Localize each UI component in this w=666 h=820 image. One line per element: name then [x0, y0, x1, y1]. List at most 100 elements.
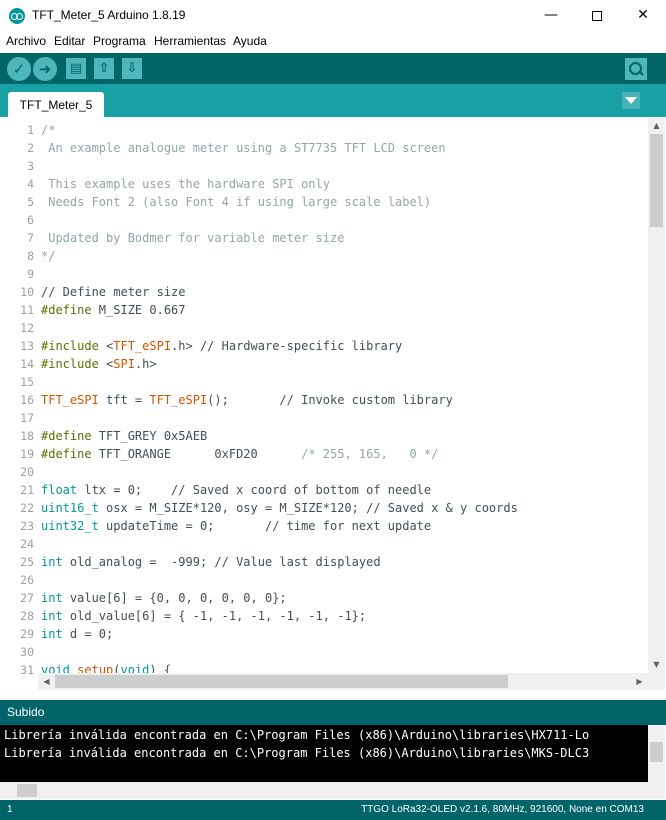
board-info: TTGO LoRa32-OLED v2.1.6, 80MHz, 921600, … [361, 804, 644, 815]
code-text: #define TFT_GREY 0x5AEB [41, 429, 207, 443]
code-text: float ltx = 0; // Saved x coord of botto… [41, 483, 431, 497]
code-line: 27 int value[6] = {0, 0, 0, 0, 0, 0}; [0, 588, 648, 606]
code-token: */ [41, 249, 56, 263]
status-bar: Subido [0, 700, 666, 725]
open-sketch-button[interactable]: ⇧ [94, 58, 114, 79]
minimize-button[interactable]: — [528, 0, 574, 31]
code-line: 10 // Define meter size [0, 282, 648, 300]
code-line: 1 /* [0, 120, 648, 138]
code-token: TFT_eSPI [41, 393, 99, 407]
upload-button[interactable]: ➜ [33, 57, 57, 81]
serial-monitor-button[interactable] [625, 58, 647, 80]
maximize-button[interactable] [574, 0, 620, 31]
scroll-right-icon[interactable]: ▶ [631, 673, 648, 690]
code-token: uint16_t [41, 501, 99, 515]
console-line: Librería inválida encontrada en C:\Progr… [4, 728, 590, 742]
code-text: uint16_t osx = M_SIZE*120, osy = M_SIZE*… [41, 501, 518, 515]
code-line: 13 #include <TFT_eSPI.h> // Hardware-spec… [0, 336, 648, 354]
code-line: 12 [0, 318, 648, 336]
line-number: 2 [27, 141, 34, 155]
console-output[interactable]: Librería inválida encontrada en C:\Progr… [0, 725, 648, 782]
code-token: // Define meter size [41, 285, 186, 299]
console-vertical-scrollbar[interactable] [648, 725, 665, 782]
code-token: updateTime = 0; // time for next update [98, 519, 432, 533]
code-token: #include [41, 357, 99, 371]
menu-programa[interactable]: Programa [93, 34, 146, 48]
line-number: 10 [20, 285, 34, 299]
line-number: 29 [20, 627, 34, 641]
code-line: 20 [0, 462, 648, 480]
menu-editar[interactable]: Editar [54, 34, 85, 48]
title-bar: TFT_Meter_5 Arduino 1.8.19 — ✕ [0, 0, 666, 31]
code-text: An example analogue meter using a ST7735… [41, 141, 445, 155]
status-message: Subido [7, 705, 45, 719]
line-number: 30 [20, 645, 34, 659]
code-token: This example uses the hardware SPI only [41, 177, 330, 191]
new-sketch-button[interactable]: ▤ [66, 58, 86, 79]
code-text: #include <TFT_eSPI.h> // Hardware-specif… [41, 339, 402, 353]
line-number: 27 [20, 591, 34, 605]
code-line: 25 int old_analog = -999; // Value last d… [0, 552, 648, 570]
menu-archivo[interactable]: Archivo [6, 34, 46, 48]
console-horizontal-scrollbar[interactable] [0, 782, 648, 799]
code-token: Updated by Bodmer for variable meter siz… [41, 231, 345, 245]
console-scrollbar-corner [648, 782, 665, 799]
code-text: int old_value[6] = { -1, -1, -1, -1, -1,… [41, 609, 366, 623]
line-number: 15 [20, 375, 34, 389]
editor-vertical-scrollbar[interactable]: ▲ ▼ [648, 117, 665, 673]
code-line: 23 uint32_t updateTime = 0; // time for n… [0, 516, 648, 534]
tab-menu-button[interactable] [622, 92, 640, 109]
code-token: uint32_t [41, 519, 99, 533]
code-text: int value[6] = {0, 0, 0, 0, 0, 0}; [41, 591, 287, 605]
scroll-left-icon[interactable]: ◀ [38, 673, 55, 690]
code-text: int old_analog = -999; // Value last dis… [41, 555, 381, 569]
tab-tft-meter-5[interactable]: TFT_Meter_5 [8, 92, 104, 117]
code-token: int [41, 627, 63, 641]
editor-vertical-thumb[interactable] [650, 134, 663, 227]
code-text: /* [41, 123, 55, 137]
line-number: 26 [20, 573, 34, 587]
line-number: 8 [27, 249, 34, 263]
code-text: int d = 0; [41, 627, 113, 641]
code-line: 7 Updated by Bodmer for variable meter s… [0, 228, 648, 246]
menu-ayuda[interactable]: Ayuda [233, 34, 267, 48]
code-lines: 1 /* 2 An example analogue meter using a S… [0, 120, 648, 678]
save-sketch-button[interactable]: ⇩ [122, 58, 142, 79]
code-token: old_value[6] = { -1, -1, -1, -1, -1, -1}… [62, 609, 367, 623]
code-line: 22 uint16_t osx = M_SIZE*120, osy = M_SIZ… [0, 498, 648, 516]
code-line: 29 int d = 0; [0, 624, 648, 642]
line-number-indicator: 1 [7, 804, 13, 815]
line-number: 5 [27, 195, 34, 209]
code-line: 19 #define TFT_ORANGE 0xFD20 /* 255, 165,… [0, 444, 648, 462]
line-number: 9 [27, 267, 34, 281]
line-number: 1 [27, 123, 34, 137]
code-text: uint32_t updateTime = 0; // time for nex… [41, 519, 431, 533]
code-text: Updated by Bodmer for variable meter siz… [41, 231, 344, 245]
code-editor[interactable]: 1 /* 2 An example analogue meter using a S… [0, 117, 666, 690]
code-token: SPI [113, 357, 135, 371]
editor-horizontal-thumb[interactable] [55, 675, 508, 688]
line-number: 12 [20, 321, 34, 335]
code-token: #include [41, 339, 99, 353]
code-line: 4 This example uses the hardware SPI onl… [0, 174, 648, 192]
line-number: 24 [20, 537, 34, 551]
code-token: int [41, 591, 63, 605]
code-token: ltx = 0; // Saved x coord of bottom of n… [77, 483, 432, 497]
editor-horizontal-scrollbar[interactable]: ◀ ▶ [38, 673, 648, 690]
code-line: 17 [0, 408, 648, 426]
menu-herramientas[interactable]: Herramientas [154, 34, 226, 48]
scrollbar-corner [648, 673, 665, 690]
line-number: 7 [27, 231, 34, 245]
verify-button[interactable]: ✓ [7, 57, 31, 81]
close-button[interactable]: ✕ [620, 0, 666, 31]
code-token: /* 255, 165, 0 */ [301, 447, 439, 461]
console-horizontal-thumb[interactable] [17, 784, 37, 797]
scroll-down-icon[interactable]: ▼ [648, 656, 665, 673]
line-number: 16 [20, 393, 34, 407]
console-vertical-thumb[interactable] [650, 742, 663, 762]
line-number: 31 [20, 663, 34, 677]
code-line: 18 #define TFT_GREY 0x5AEB [0, 426, 648, 444]
scroll-up-icon[interactable]: ▲ [648, 117, 665, 134]
code-token: tft = [98, 393, 150, 407]
code-line: 26 [0, 570, 648, 588]
